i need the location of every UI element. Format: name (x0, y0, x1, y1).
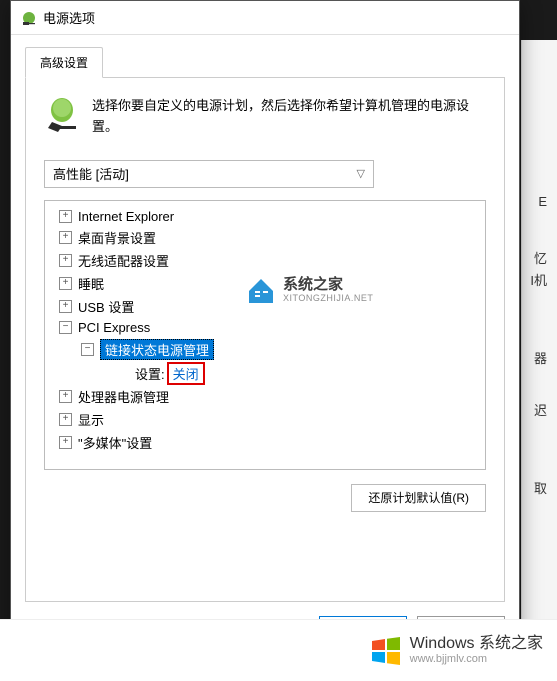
tree-item-multimedia[interactable]: + "多媒体"设置 (49, 431, 481, 454)
expand-icon[interactable]: + (59, 277, 72, 290)
tree-item-processor-power[interactable]: + 处理器电源管理 (49, 385, 481, 408)
power-icon (21, 10, 37, 26)
tree-item-wireless[interactable]: + 无线适配器设置 (49, 249, 481, 272)
tree-label: Internet Explorer (78, 209, 174, 224)
side-char: 忆 (534, 248, 547, 267)
collapse-icon[interactable]: − (81, 343, 94, 356)
tree-item-display[interactable]: + 显示 (49, 408, 481, 431)
expand-icon[interactable]: + (59, 231, 72, 244)
setting-value[interactable]: 关闭 (173, 367, 199, 382)
setting-row[interactable]: 设置: 关闭 (49, 362, 481, 385)
side-strip: E 忆 I机 器 迟 取 (521, 40, 557, 619)
intro: 选择你要自定义的电源计划，然后选择你希望计算机管理的电源设置。 (44, 96, 486, 138)
expand-icon[interactable]: + (59, 210, 72, 223)
tree-item-pci-express[interactable]: − PCI Express (49, 318, 481, 337)
tree-label: PCI Express (78, 320, 150, 335)
tree-label: "多媒体"设置 (78, 433, 152, 452)
side-char: I机 (530, 270, 547, 289)
brand-url: www.bjjmlv.com (410, 653, 543, 666)
tree-label: 处理器电源管理 (78, 387, 169, 406)
tab-strip: 高级设置 (25, 47, 505, 78)
tree-item-ie[interactable]: + Internet Explorer (49, 207, 481, 226)
intro-text: 选择你要自定义的电源计划，然后选择你希望计算机管理的电源设置。 (92, 96, 486, 138)
expand-icon[interactable]: + (59, 254, 72, 267)
windows-logo-icon (370, 635, 402, 667)
tree-label: USB 设置 (78, 297, 134, 316)
collapse-icon[interactable]: − (59, 321, 72, 334)
tree-item-link-state-power[interactable]: − 链接状态电源管理 (49, 337, 481, 362)
tree-label: 桌面背景设置 (78, 228, 156, 247)
titlebar: 电源选项 (11, 1, 519, 35)
expand-icon[interactable]: + (59, 436, 72, 449)
tree-label: 显示 (78, 410, 104, 429)
expand-icon[interactable]: + (59, 300, 72, 313)
side-char: 取 (534, 478, 547, 497)
restore-row: 还原计划默认值(R) (44, 484, 486, 512)
battery-plug-icon (44, 96, 80, 132)
side-char: 迟 (534, 400, 547, 419)
tree-label: 睡眠 (78, 274, 104, 293)
chevron-down-icon: ▽ (357, 167, 365, 180)
tree-item-sleep[interactable]: + 睡眠 (49, 272, 481, 295)
power-plan-selected: 高性能 [活动] (53, 164, 129, 183)
tree-label: 无线适配器设置 (78, 251, 169, 270)
tab-area: 高级设置 选择你要自定义的电源计划，然后选择你希望计算机管理的电源设置。 高性能… (11, 35, 519, 602)
brand-main: Windows 系统之家 (410, 635, 543, 653)
tab-content: 选择你要自定义的电源计划，然后选择你希望计算机管理的电源设置。 高性能 [活动]… (25, 78, 505, 602)
titlebar-title: 电源选项 (43, 8, 95, 27)
setting-label: 设置: (135, 364, 165, 383)
expand-icon[interactable]: + (59, 413, 72, 426)
tree-label-selected: 链接状态电源管理 (100, 339, 214, 360)
tree-item-desktop-bg[interactable]: + 桌面背景设置 (49, 226, 481, 249)
tab-advanced-settings[interactable]: 高级设置 (25, 47, 103, 78)
bottom-brand: Windows 系统之家 www.bjjmlv.com (0, 619, 557, 681)
power-options-dialog: 电源选项 高级设置 选择你要自定义的电源计划，然后选择你希望计算机管理的电源设置… (10, 0, 520, 670)
setting-value-highlight: 关闭 (167, 362, 205, 385)
settings-tree[interactable]: + Internet Explorer + 桌面背景设置 + 无线适配器设置 +… (44, 200, 486, 470)
tree-item-usb[interactable]: + USB 设置 (49, 295, 481, 318)
expand-icon[interactable]: + (59, 390, 72, 403)
side-char: E (538, 194, 547, 209)
side-char: 器 (534, 348, 547, 367)
restore-defaults-button[interactable]: 还原计划默认值(R) (351, 484, 486, 512)
power-plan-select[interactable]: 高性能 [活动] ▽ (44, 160, 374, 188)
